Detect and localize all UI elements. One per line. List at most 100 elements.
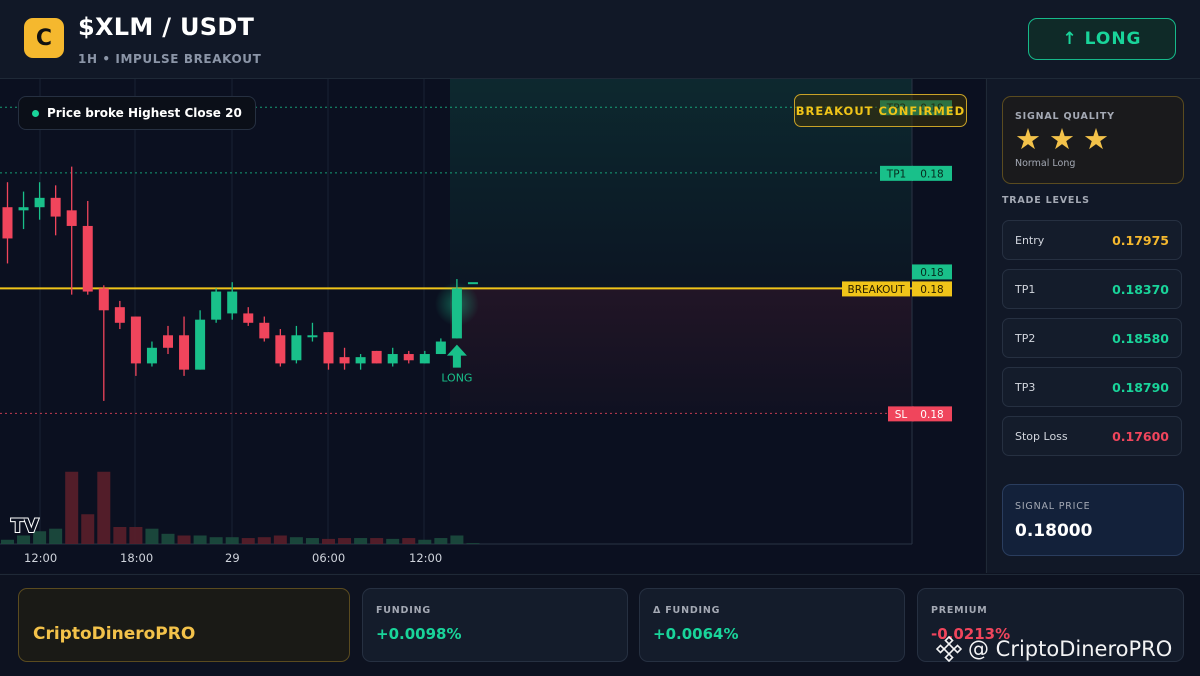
volume-bar bbox=[1, 539, 14, 544]
volume-bar bbox=[273, 535, 287, 544]
x-tick: 29 bbox=[225, 551, 240, 565]
candle-body bbox=[195, 319, 206, 370]
volume-bar bbox=[177, 535, 191, 544]
candle-body bbox=[307, 335, 318, 338]
trade-level-value: 0.17600 bbox=[1112, 428, 1169, 444]
delta-funding-value: +0.0064% bbox=[653, 625, 739, 643]
star-icon: ★ bbox=[1049, 122, 1075, 156]
brand-logo-icon: C bbox=[24, 18, 64, 58]
volume-bar bbox=[145, 528, 159, 544]
volume-bar bbox=[65, 471, 79, 544]
volume-bar bbox=[402, 538, 416, 544]
x-tick: 12:00 bbox=[409, 551, 443, 565]
delta-funding-title: Δ FUNDING bbox=[653, 605, 721, 616]
premium-title: PREMIUM bbox=[931, 605, 988, 616]
breakout-tag-label: BREAKOUT bbox=[848, 284, 906, 296]
volume-bar bbox=[129, 527, 143, 544]
candle-body bbox=[211, 291, 222, 320]
current-price-tag-value: 0.18 bbox=[920, 267, 943, 279]
brand-name: CriptoDineroPRO bbox=[33, 624, 196, 644]
trade-level-value: 0.18370 bbox=[1112, 281, 1169, 297]
trade-level-tp3: TP3 0.18790 bbox=[1002, 367, 1182, 407]
candle-body bbox=[355, 357, 366, 364]
volume-bar bbox=[257, 537, 271, 544]
candle-body bbox=[82, 225, 93, 292]
candle-body bbox=[339, 357, 350, 364]
volume-bar bbox=[466, 543, 480, 544]
volume-bar bbox=[289, 537, 303, 544]
chart-subtitle: 1H • IMPULSE BREAKOUT bbox=[78, 52, 262, 66]
pair-title: $XLM / USDT bbox=[78, 13, 255, 41]
candle-body bbox=[163, 335, 173, 348]
volume-bar bbox=[113, 527, 127, 544]
x-tick: 18:00 bbox=[120, 551, 154, 565]
brand-card: CriptoDineroPRO bbox=[18, 588, 350, 662]
funding-value: +0.0098% bbox=[376, 625, 462, 643]
volume-bar bbox=[322, 538, 335, 544]
volume-bar bbox=[305, 538, 319, 544]
candle-body bbox=[243, 313, 254, 323]
candle-body bbox=[371, 350, 382, 364]
star-rating: ★ ★ ★ bbox=[1015, 122, 1111, 156]
signal-quality-card: SIGNAL QUALITY ★ ★ ★ Normal Long bbox=[1002, 96, 1184, 184]
star-icon: ★ bbox=[1083, 122, 1109, 156]
candle-body bbox=[179, 335, 190, 370]
breakout-tag-value: 0.18 bbox=[920, 284, 943, 296]
trade-level-entry: Entry 0.17975 bbox=[1002, 220, 1182, 260]
volume-bar bbox=[209, 537, 223, 544]
trade-level-tp2: TP2 0.18580 bbox=[1002, 318, 1182, 358]
candle-body bbox=[387, 354, 398, 364]
candlestick-chart[interactable]: LONGTP20.19TP10.180.18BREAKOUT0.18SL0.18… bbox=[0, 79, 985, 573]
volume-bar bbox=[386, 538, 400, 544]
funding-card: FUNDING +0.0098% bbox=[362, 588, 628, 662]
trade-level-tp1: TP1 0.18370 bbox=[1002, 269, 1182, 309]
volume-bar bbox=[434, 538, 448, 544]
volume-bar bbox=[370, 538, 384, 544]
price-break-text: Price broke Highest Close 20 bbox=[47, 106, 242, 120]
header: C $XLM / USDT 1H • IMPULSE BREAKOUT ↑ LO… bbox=[0, 0, 1200, 79]
tp1-tag-value: 0.18 bbox=[920, 168, 943, 180]
candle-body bbox=[18, 207, 29, 211]
long-direction-button[interactable]: ↑ LONG bbox=[1028, 18, 1176, 60]
trade-level-label: Stop Loss bbox=[1015, 429, 1068, 443]
price-chart[interactable]: LONGTP20.19TP10.180.18BREAKOUT0.18SL0.18… bbox=[0, 79, 985, 573]
candle-body bbox=[323, 332, 334, 364]
tp1-tag-label: TP1 bbox=[886, 168, 906, 180]
trade-level-label: TP2 bbox=[1015, 331, 1036, 345]
price-break-badge: Price broke Highest Close 20 bbox=[18, 96, 256, 130]
candle-body bbox=[419, 354, 430, 364]
x-tick: 06:00 bbox=[312, 551, 346, 565]
volume-bar bbox=[49, 528, 63, 544]
x-tick: 12:00 bbox=[24, 551, 58, 565]
breakout-confirmed-badge: BREAKOUT CONFIRMED bbox=[794, 94, 967, 127]
candle-body bbox=[275, 335, 286, 364]
volume-bar bbox=[81, 514, 95, 544]
candle-body bbox=[435, 341, 446, 355]
funding-title: FUNDING bbox=[376, 605, 431, 616]
candle-body bbox=[98, 288, 109, 311]
signal-price-title: SIGNAL PRICE bbox=[1015, 501, 1091, 512]
candle-body bbox=[403, 354, 414, 361]
candle-body bbox=[130, 316, 141, 364]
sl-tag-value: 0.18 bbox=[920, 409, 943, 421]
volume-bar bbox=[450, 535, 464, 544]
volume-bar bbox=[354, 538, 368, 544]
volume-bar bbox=[97, 471, 111, 544]
star-icon: ★ bbox=[1015, 122, 1041, 156]
trade-level-value: 0.18790 bbox=[1112, 379, 1169, 395]
trade-level-label: TP1 bbox=[1015, 282, 1036, 296]
signal-price-value: 0.18000 bbox=[1015, 521, 1093, 541]
signal-quality-label: Normal Long bbox=[1015, 158, 1076, 169]
tradingview-logo-icon: TV bbox=[11, 515, 39, 537]
volume-bar bbox=[338, 538, 352, 544]
candle-body bbox=[146, 347, 157, 364]
watermark: @ CriptoDineroPRO bbox=[936, 636, 1172, 662]
trade-level-label: TP3 bbox=[1015, 380, 1036, 394]
binance-logo-icon bbox=[936, 636, 962, 662]
volume-bar bbox=[225, 537, 239, 544]
volume-bar bbox=[241, 538, 255, 544]
candle-body bbox=[2, 207, 13, 239]
candle-body bbox=[467, 282, 478, 285]
delta-funding-card: Δ FUNDING +0.0064% bbox=[639, 588, 905, 662]
trade-levels-title: TRADE LEVELS bbox=[1002, 195, 1090, 206]
